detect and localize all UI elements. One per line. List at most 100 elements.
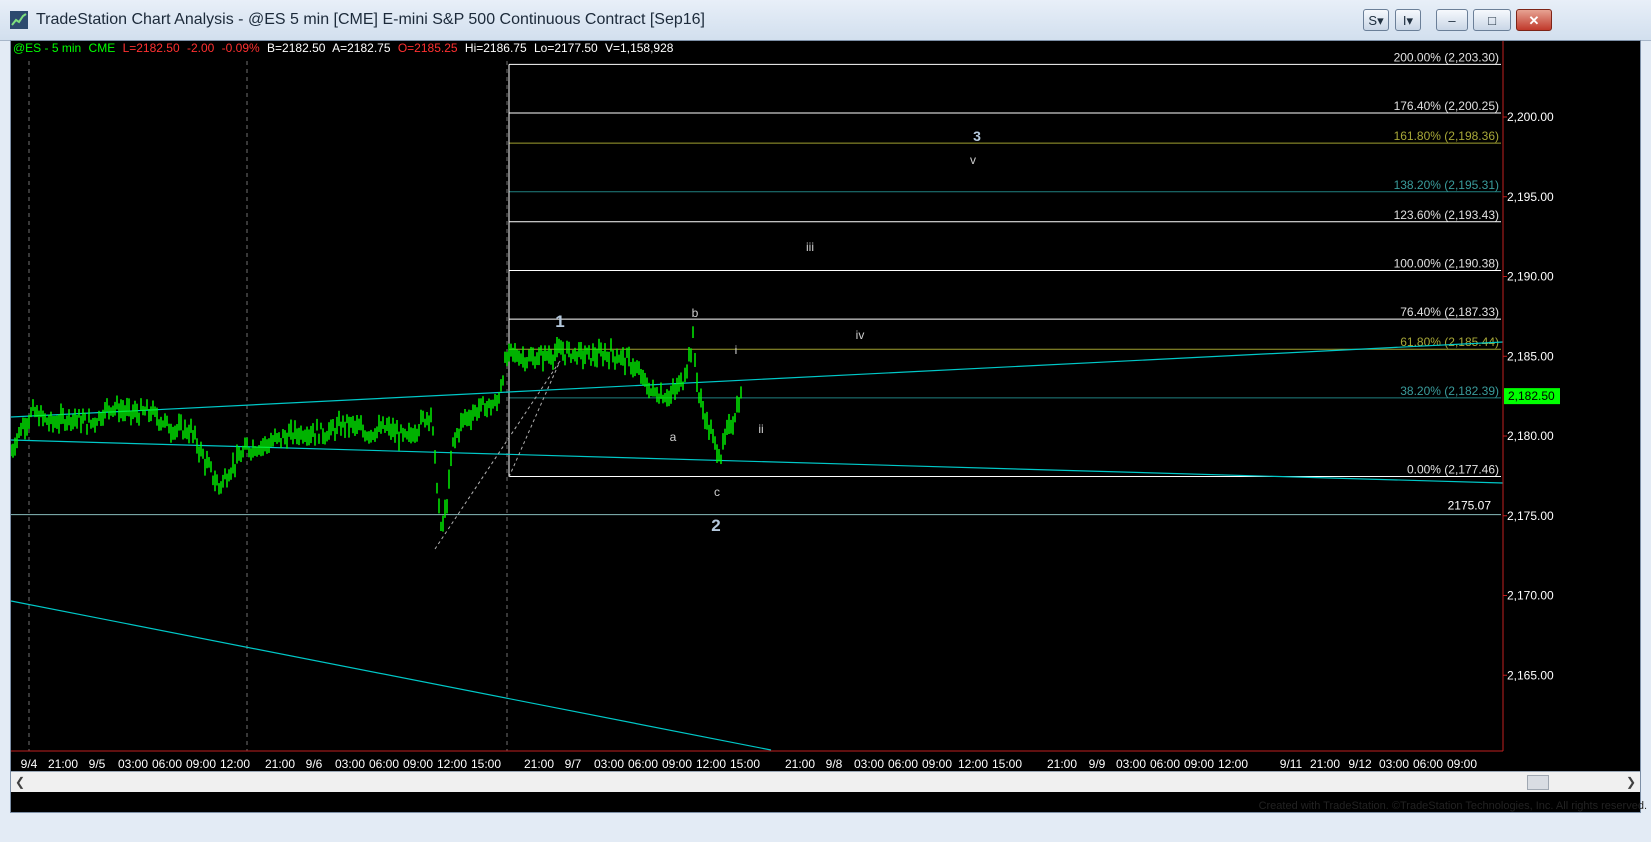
session-dividers <box>28 61 508 751</box>
time-axis-label: 9/7 <box>565 757 582 771</box>
time-axis-label: 12:00 <box>437 757 467 771</box>
price-axis-label: 2,185.00 <box>1507 349 1554 363</box>
trendline[interactable] <box>11 341 1504 418</box>
time-axis-label: 03:00 <box>335 757 365 771</box>
scroll-left-arrow-icon[interactable]: ❮ <box>11 772 29 792</box>
time-axis-label: 09:00 <box>403 757 433 771</box>
percent-change: -0.09% <box>221 41 260 55</box>
open-price: O=2185.25 <box>397 41 458 55</box>
price-bars <box>11 326 742 532</box>
time-axis-label: 09:00 <box>662 757 692 771</box>
time-axis-label: 9/4 <box>21 757 38 771</box>
price-axis-label: 2,200.00 <box>1507 110 1554 124</box>
tradestation-app-icon <box>10 11 28 29</box>
time-axis-label: 06:00 <box>888 757 918 771</box>
fib-level-label: 176.40% (2,200.25) <box>1394 99 1499 113</box>
time-axis-label: 21:00 <box>1310 757 1340 771</box>
wave-label-w3[interactable]: 3 <box>973 128 981 144</box>
time-axis-label: 09:00 <box>922 757 952 771</box>
wave-label-iv[interactable]: iv <box>856 328 865 342</box>
time-axis-label: 09:00 <box>1447 757 1477 771</box>
price-axis-label: 2,190.00 <box>1507 270 1554 284</box>
fib-level-label: 38.20% (2,182.39) <box>1400 384 1499 398</box>
wave-label-w1[interactable]: 1 <box>555 312 564 331</box>
chart-panel[interactable]: 200.00% (2,203.30) 176.40% (2,200.25) 161.… <box>10 40 1641 813</box>
exchange-label: CME <box>88 41 116 55</box>
volume: V=1,158,928 <box>605 41 674 55</box>
time-axis-label: 03:00 <box>594 757 624 771</box>
net-change: -2.00 <box>186 41 215 55</box>
trendlines[interactable] <box>11 341 1504 751</box>
low-price: Lo=2177.50 <box>533 41 598 55</box>
time-axis-label: 12:00 <box>220 757 250 771</box>
time-axis-label: 03:00 <box>1379 757 1409 771</box>
time-axis-label: 06:00 <box>628 757 658 771</box>
wave-label-v[interactable]: v <box>970 153 976 167</box>
price-axis-label: 2,170.00 <box>1507 589 1554 603</box>
symbol-label: @ES - 5 min <box>13 41 82 55</box>
title-bar[interactable]: TradeStation Chart Analysis - @ES 5 min … <box>0 0 1651 41</box>
time-axis-label: 06:00 <box>1413 757 1443 771</box>
fib-level-label: 0.00% (2,177.46) <box>1407 463 1499 477</box>
time-axis-label: 15:00 <box>992 757 1022 771</box>
fib-level-label: 76.40% (2,187.33) <box>1400 305 1499 319</box>
wave-label-i[interactable]: i <box>735 343 738 357</box>
i-menu-button[interactable]: I▾ <box>1395 9 1421 31</box>
wave-label-w2[interactable]: 2 <box>711 516 720 535</box>
time-axis-label: 06:00 <box>369 757 399 771</box>
time-axis-label: 03:00 <box>118 757 148 771</box>
elliott-wave-labels[interactable]: 123abciiiiiiivv <box>555 128 981 535</box>
trendline[interactable] <box>11 600 772 751</box>
wave-label-iii[interactable]: iii <box>806 240 814 254</box>
price-axis[interactable]: 2,200.00 2,195.00 2,190.00 2,185.00 2,180.00… <box>1502 41 1560 751</box>
time-axis-label: 21:00 <box>265 757 295 771</box>
price-axis-label: 2,195.00 <box>1507 190 1554 204</box>
time-axis-label: 15:00 <box>730 757 760 771</box>
scroll-right-arrow-icon[interactable]: ❯ <box>1622 772 1640 792</box>
wave-label-ii[interactable]: ii <box>758 422 763 436</box>
time-axis-label: 12:00 <box>958 757 988 771</box>
minimize-button[interactable]: – <box>1436 9 1468 31</box>
price-chart[interactable]: 200.00% (2,203.30) 176.40% (2,200.25) 161.… <box>11 41 1640 771</box>
last-price: L=2182.50 <box>122 41 180 55</box>
time-axis-label: 06:00 <box>1150 757 1180 771</box>
symbol-data-bar: @ES - 5 min CME L=2182.50 -2.00 -0.09% B… <box>13 39 677 57</box>
horizontal-scrollbar[interactable]: ❮ ❯ <box>11 771 1640 792</box>
footer-copyright: Created with TradeStation. ©TradeStation… <box>1258 800 1647 812</box>
time-axis-label: 03:00 <box>1116 757 1146 771</box>
fibonacci-extension-tool[interactable]: 200.00% (2,203.30) 176.40% (2,200.25) 161.… <box>11 50 1501 516</box>
s-menu-button[interactable]: S▾ <box>1363 9 1389 31</box>
time-axis-label: 12:00 <box>1218 757 1248 771</box>
time-axis-label: 9/11 <box>1280 757 1303 771</box>
time-axis[interactable]: 9/4 21:00 9/5 03:00 06:00 09:00 12:00 21:00 9/6 0… <box>11 750 1503 771</box>
fib-level-label: 138.20% (2,195.31) <box>1394 178 1499 192</box>
scrollbar-thumb[interactable] <box>1527 775 1549 790</box>
time-axis-label: 9/5 <box>89 757 106 771</box>
current-price-label: 2,182.50 <box>1508 389 1555 403</box>
wave-label-b[interactable]: b <box>692 306 699 320</box>
wave-label-c[interactable]: c <box>714 485 720 499</box>
time-axis-label: 21:00 <box>524 757 554 771</box>
fib-level-label: 161.80% (2,198.36) <box>1394 129 1499 143</box>
time-axis-label: 9/8 <box>826 757 843 771</box>
time-axis-label: 03:00 <box>854 757 884 771</box>
time-axis-label: 09:00 <box>1184 757 1214 771</box>
ask-price: A=2182.75 <box>332 41 391 55</box>
fib-level-label: 100.00% (2,190.38) <box>1394 256 1499 270</box>
fib-level-label: 200.00% (2,203.30) <box>1394 50 1499 64</box>
time-axis-label: 06:00 <box>152 757 182 771</box>
time-axis-label: 21:00 <box>48 757 78 771</box>
application-window: TradeStation Chart Analysis - @ES 5 min … <box>0 0 1651 842</box>
high-price: Hi=2186.75 <box>464 41 527 55</box>
time-axis-label: 09:00 <box>186 757 216 771</box>
price-axis-label: 2,165.00 <box>1507 668 1554 682</box>
time-axis-label: 9/6 <box>306 757 323 771</box>
wave-label-a[interactable]: a <box>670 430 677 444</box>
fib-anchor-dashed-line[interactable] <box>508 360 561 478</box>
time-axis-label: 15:00 <box>471 757 501 771</box>
maximize-button[interactable]: □ <box>1473 9 1511 31</box>
window-title: TradeStation Chart Analysis - @ES 5 min … <box>36 11 705 28</box>
time-axis-label: 9/12 <box>1348 757 1372 771</box>
close-button[interactable]: ✕ <box>1516 9 1552 31</box>
price-axis-label: 2,180.00 <box>1507 429 1554 443</box>
